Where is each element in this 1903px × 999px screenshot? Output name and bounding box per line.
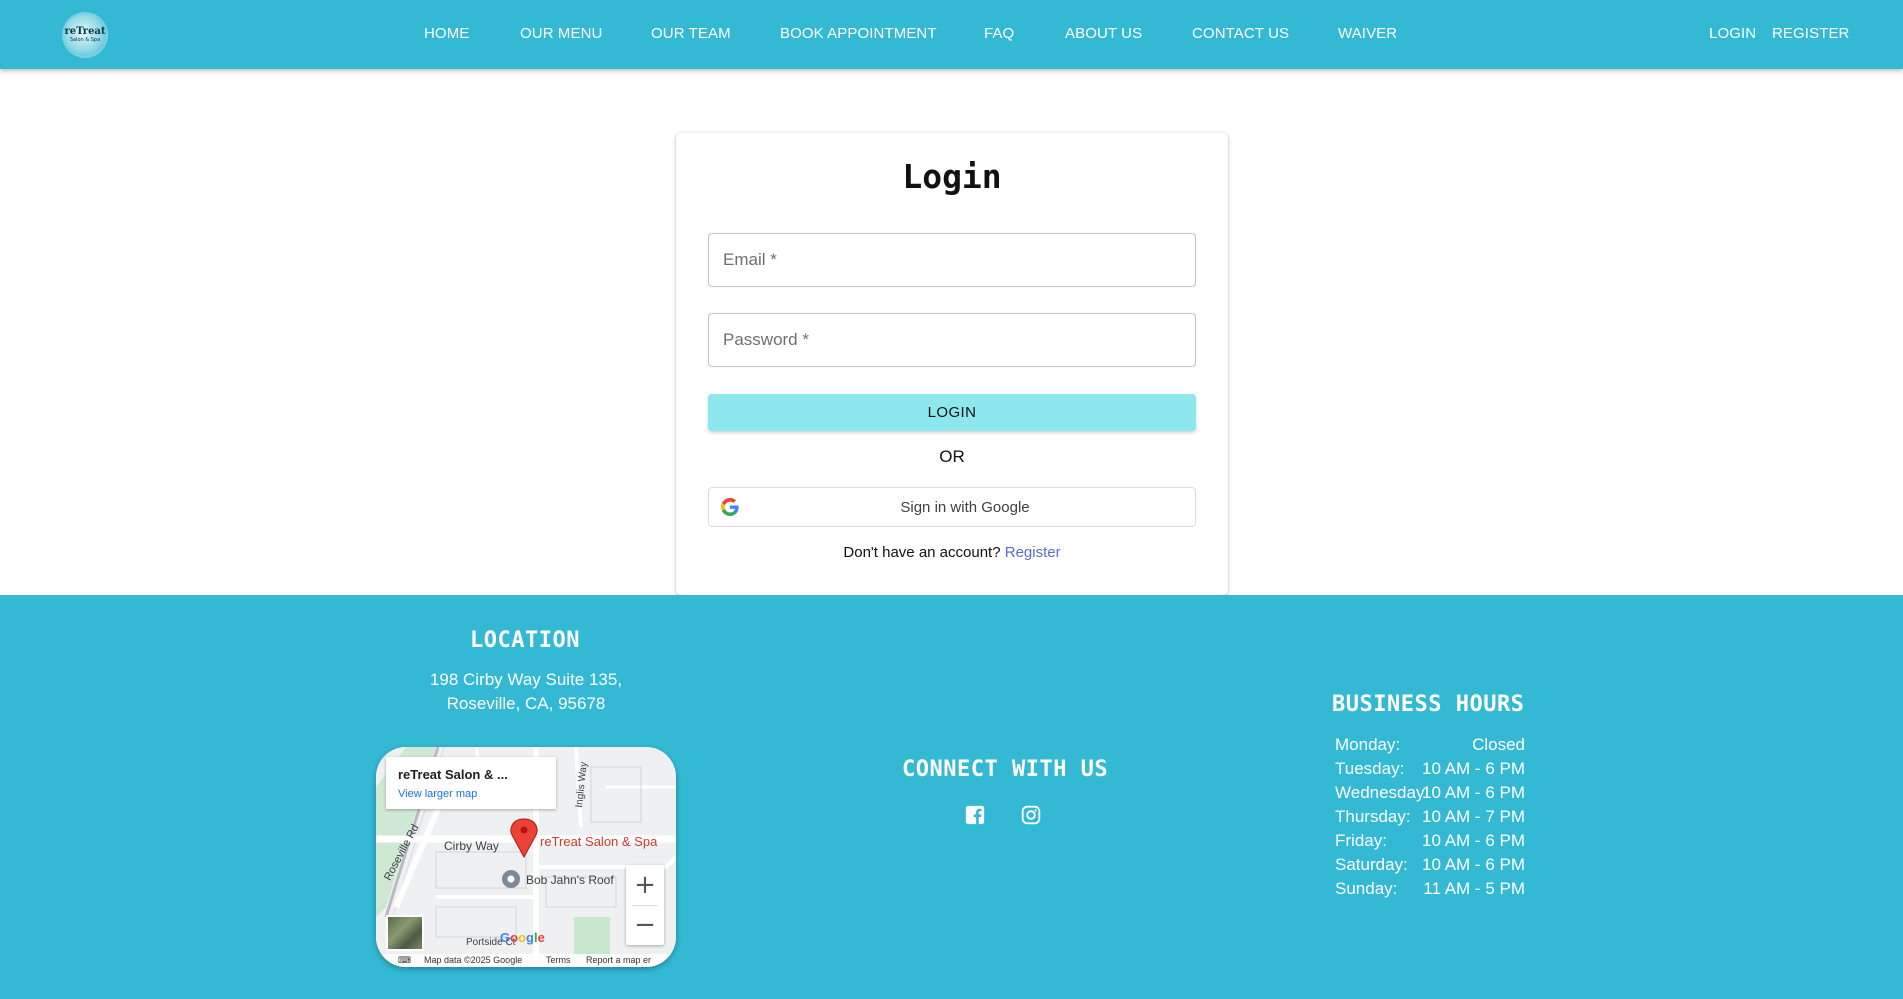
google-signin-label: Sign in with Google xyxy=(900,499,1030,516)
view-larger-map-link[interactable]: View larger map xyxy=(398,788,477,800)
hours-time: 10 AM - 6 PM xyxy=(1422,855,1525,874)
hours-day: Thursday: xyxy=(1335,807,1411,826)
business-hours-heading: BUSINESS HOURS xyxy=(1332,692,1525,717)
map-attribution: ⌨ Map data ©2025 Google Terms Report a m… xyxy=(376,954,676,967)
hours-time: Closed xyxy=(1472,735,1525,754)
hours-day: Monday: xyxy=(1335,735,1401,754)
nav-login-link[interactable]: LOGIN xyxy=(1709,25,1756,42)
map-data-text: Map data ©2025 Google xyxy=(424,955,523,965)
facebook-icon[interactable] xyxy=(965,805,985,825)
hours-row: Friday: 10 AM - 6 PM xyxy=(1335,831,1525,855)
connect-heading: CONNECT WITH US xyxy=(902,757,1109,782)
nav-link-book-appointment[interactable]: BOOK APPOINTMENT xyxy=(780,25,937,42)
signup-prompt: Don't have an account? Register xyxy=(676,544,1228,561)
hours-day: Sunday: xyxy=(1335,879,1398,898)
map-place-name: reTreat Salon & ... xyxy=(398,767,508,782)
hours-day: Saturday: xyxy=(1335,855,1408,874)
zoom-in-button[interactable]: + xyxy=(626,865,664,905)
address-line-2: Roseville, CA, 95678 xyxy=(446,694,606,713)
hours-row: Sunday: 11 AM - 5 PM xyxy=(1335,879,1525,903)
nav-link-home[interactable]: HOME xyxy=(424,25,469,42)
email-field xyxy=(708,233,1196,287)
map-pin-label: reTreat Salon & Spa xyxy=(540,834,658,849)
register-link[interactable]: Register xyxy=(1005,544,1061,561)
map-info-card: reTreat Salon & ... View larger map xyxy=(386,757,556,809)
no-account-text: Don't have an account? xyxy=(843,544,1001,561)
hours-day: Wednesday: xyxy=(1335,783,1430,802)
hours-row: Tuesday: 10 AM - 6 PM xyxy=(1335,759,1525,783)
hours-day: Friday: xyxy=(1335,831,1387,850)
login-button[interactable]: LOGIN xyxy=(708,394,1196,431)
instagram-icon[interactable] xyxy=(1021,805,1041,825)
address-line-1: 198 Cirby Way Suite 135, xyxy=(429,670,623,689)
login-card: Login LOGIN OR Sign in with Google Don't… xyxy=(676,133,1228,595)
map-street-cirby-way: Cirby Way xyxy=(444,839,499,853)
google-map-logo: Google xyxy=(500,930,545,945)
map-zoom-controls: + − xyxy=(626,865,664,945)
map-satellite-toggle[interactable] xyxy=(386,915,424,951)
main-nav: HOME OUR MENU OUR TEAM BOOK APPOINTMENT … xyxy=(0,0,1903,69)
password-input[interactable] xyxy=(709,314,1195,366)
hours-time: 10 AM - 6 PM xyxy=(1422,759,1525,778)
hours-time: 11 AM - 5 PM xyxy=(1423,879,1525,898)
hours-row: Saturday: 10 AM - 6 PM xyxy=(1335,855,1525,879)
hours-row: Monday: Closed xyxy=(1335,735,1525,759)
location-map[interactable]: reTreat Salon & ... View larger map reTr… xyxy=(376,747,676,967)
map-nearby-label: Bob Jahn's Roof xyxy=(526,873,614,887)
top-navbar: reTreat Salon & Spa HOME OUR MENU OUR TE… xyxy=(0,0,1903,69)
site-footer: LOCATION 198 Cirby Way Suite 135, Rosevi… xyxy=(0,595,1903,999)
email-input[interactable] xyxy=(709,234,1195,286)
hours-day: Tuesday: xyxy=(1335,759,1405,778)
hours-time: 10 AM - 6 PM xyxy=(1422,783,1525,802)
google-signin-button[interactable]: Sign in with Google xyxy=(708,487,1196,527)
hours-time: 10 AM - 6 PM xyxy=(1422,831,1525,850)
nav-link-about-us[interactable]: ABOUT US xyxy=(1065,25,1142,42)
or-divider-text: OR xyxy=(939,447,965,466)
hours-time: 10 AM - 7 PM xyxy=(1422,807,1525,826)
location-heading: LOCATION xyxy=(470,628,580,653)
keyboard-icon[interactable]: ⌨ xyxy=(398,955,411,966)
map-report-link[interactable]: Report a map er xyxy=(586,955,651,965)
hours-row: Thursday: 10 AM - 7 PM xyxy=(1335,807,1525,831)
password-field xyxy=(708,313,1196,367)
nav-register-link[interactable]: REGISTER xyxy=(1772,25,1849,42)
nav-link-faq[interactable]: FAQ xyxy=(984,25,1014,42)
nav-link-waiver[interactable]: WAIVER xyxy=(1338,25,1397,42)
login-title: Login xyxy=(902,157,1002,196)
map-terms-link[interactable]: Terms xyxy=(546,955,571,965)
nav-link-our-menu[interactable]: OUR MENU xyxy=(520,25,602,42)
hours-row: Wednesday: 10 AM - 6 PM xyxy=(1335,783,1525,807)
zoom-out-button[interactable]: − xyxy=(626,905,664,945)
nav-link-contact-us[interactable]: CONTACT US xyxy=(1192,25,1289,42)
nav-link-our-team[interactable]: OUR TEAM xyxy=(651,25,731,42)
